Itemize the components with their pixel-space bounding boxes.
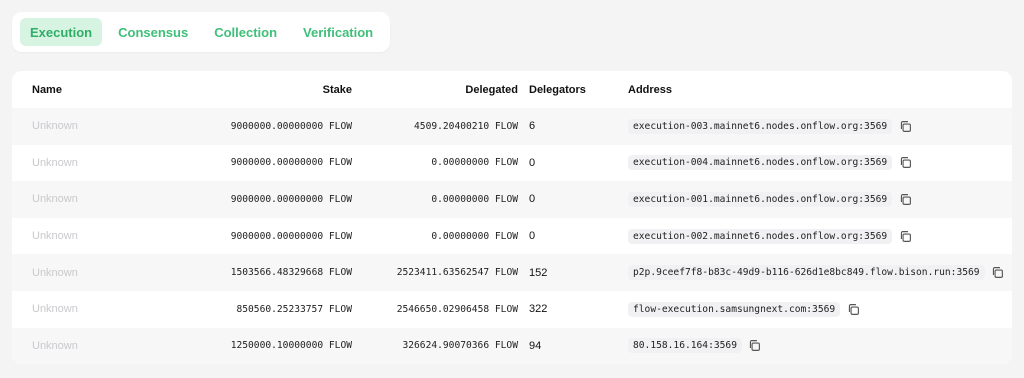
node-address: 80.158.16.164:3569 (628, 338, 742, 354)
node-name: Unknown (32, 339, 78, 352)
copy-icon[interactable] (897, 228, 913, 244)
node-delegators: 0 (529, 156, 536, 169)
node-delegated: 0.00000000 FLOW (431, 157, 518, 169)
table-row: Unknown 850560.25233757 FLOW 2546650.02906… (12, 290, 1012, 328)
node-delegated: 0.00000000 FLOW (431, 193, 518, 205)
node-name: Unknown (32, 193, 78, 206)
node-delegators: 152 (529, 266, 548, 279)
node-address-cell: p2p.9ceef7f8-b83c-49d9-b116-626d1e8bc849… (628, 254, 1006, 291)
node-delegators: 94 (529, 339, 542, 352)
node-type-tabs: Execution Consensus Collection Verificat… (12, 12, 390, 52)
node-address: execution-004.mainnet6.nodes.onflow.org:… (628, 155, 893, 171)
header-delegators: Delegators (529, 83, 586, 96)
copy-icon[interactable] (897, 191, 913, 207)
header-delegated: Delegated (465, 83, 518, 96)
node-delegators: 0 (529, 230, 536, 243)
node-address-cell: execution-002.mainnet6.nodes.onflow.org:… (628, 218, 913, 255)
node-delegated: 4509.20400210 FLOW (414, 120, 518, 132)
copy-icon[interactable] (897, 118, 913, 134)
node-address: flow-execution.samsungnext.com:3569 (628, 301, 841, 317)
node-name: Unknown (32, 266, 78, 279)
node-stake: 1250000.10000000 FLOW (230, 340, 352, 352)
header-address: Address (628, 83, 673, 96)
copy-icon[interactable] (747, 338, 763, 354)
node-address: execution-003.mainnet6.nodes.onflow.org:… (628, 118, 893, 134)
node-name: Unknown (32, 120, 78, 133)
tab-collection[interactable]: Collection (204, 18, 287, 46)
table-row: Unknown 9000000.00000000 FLOW 4509.2040021… (12, 108, 1012, 145)
table-row: Unknown 9000000.00000000 FLOW 0.00000000 F… (12, 181, 1012, 218)
node-stake: 9000000.00000000 FLOW (230, 120, 352, 132)
copy-icon[interactable] (845, 301, 861, 317)
node-address: p2p.9ceef7f8-b83c-49d9-b116-626d1e8bc849… (628, 265, 985, 281)
node-address-cell: execution-001.mainnet6.nodes.onflow.org:… (628, 181, 913, 218)
node-address-cell: 80.158.16.164:3569 (628, 328, 763, 364)
node-delegators: 322 (529, 303, 548, 316)
table-header: Name Stake Delegated Delegators Address (12, 71, 1012, 108)
node-name: Unknown (32, 156, 78, 169)
node-delegated: 326624.90070366 FLOW (402, 340, 518, 352)
node-address: execution-002.mainnet6.nodes.onflow.org:… (628, 228, 893, 244)
node-stake: 9000000.00000000 FLOW (230, 157, 352, 169)
node-name: Unknown (32, 303, 78, 316)
copy-icon[interactable] (897, 155, 913, 171)
tab-execution[interactable]: Execution (20, 18, 103, 46)
nodes-table: Name Stake Delegated Delegators Address … (12, 71, 1012, 364)
table-row: Unknown 1503566.48329668 FLOW 2523411.6356… (12, 254, 1012, 291)
node-stake: 850560.25233757 FLOW (236, 303, 352, 315)
node-delegated: 0.00000000 FLOW (431, 230, 518, 242)
copy-icon[interactable] (990, 265, 1006, 281)
node-name: Unknown (32, 230, 78, 243)
table-row: Unknown 9000000.00000000 FLOW 0.00000000 F… (12, 144, 1012, 182)
node-stake: 1503566.48329668 FLOW (230, 267, 352, 279)
node-address: execution-001.mainnet6.nodes.onflow.org:… (628, 191, 893, 207)
node-delegators: 6 (529, 120, 536, 133)
node-stake: 9000000.00000000 FLOW (230, 193, 352, 205)
table-row: Unknown 9000000.00000000 FLOW 0.00000000 F… (12, 217, 1012, 255)
header-stake: Stake (322, 83, 352, 96)
node-delegated: 2546650.02906458 FLOW (396, 303, 518, 315)
table-row: Unknown 1250000.10000000 FLOW 326624.90070… (12, 327, 1012, 364)
tab-verification[interactable]: Verification (293, 18, 383, 46)
node-stake: 9000000.00000000 FLOW (230, 230, 352, 242)
tab-consensus[interactable]: Consensus (108, 18, 198, 46)
node-address-cell: flow-execution.samsungnext.com:3569 (628, 291, 861, 328)
node-address-cell: execution-004.mainnet6.nodes.onflow.org:… (628, 145, 913, 182)
node-delegators: 0 (529, 193, 536, 206)
header-name: Name (32, 83, 62, 96)
node-delegated: 2523411.63562547 FLOW (396, 267, 518, 279)
node-address-cell: execution-003.mainnet6.nodes.onflow.org:… (628, 108, 913, 145)
